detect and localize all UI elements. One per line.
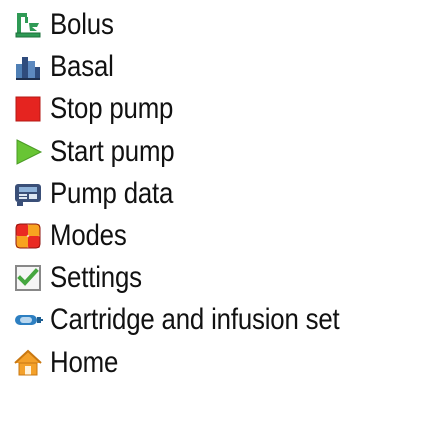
menu-item-label: Basal bbox=[50, 50, 114, 84]
menu-item-stop-pump[interactable]: Stop pump bbox=[0, 88, 423, 130]
menu-item-label: Pump data bbox=[50, 176, 174, 210]
home-icon bbox=[12, 347, 44, 379]
pump-data-icon bbox=[12, 178, 44, 210]
menu-item-label: Settings bbox=[50, 261, 142, 295]
menu-item-label: Start pump bbox=[50, 134, 175, 168]
menu-item-settings[interactable]: Settings bbox=[0, 257, 423, 299]
basal-icon bbox=[12, 51, 44, 83]
modes-grid-icon bbox=[12, 220, 44, 252]
stop-square-icon bbox=[12, 93, 44, 125]
menu-item-start-pump[interactable]: Start pump bbox=[0, 131, 423, 173]
menu-item-pump-data[interactable]: Pump data bbox=[0, 173, 423, 215]
menu-item-cartridge[interactable]: Cartridge and infusion set bbox=[0, 299, 423, 341]
menu-item-basal[interactable]: Basal bbox=[0, 46, 423, 88]
menu-item-label: Home bbox=[50, 345, 119, 379]
cartridge-icon bbox=[12, 304, 44, 336]
menu-item-home[interactable]: Home bbox=[0, 342, 423, 384]
play-triangle-icon bbox=[12, 136, 44, 168]
menu-item-modes[interactable]: Modes bbox=[0, 215, 423, 257]
checkbox-icon bbox=[12, 262, 44, 294]
pump-menu: Bolus Basal Stop pump Start pump Pump da… bbox=[0, 0, 423, 430]
menu-item-label: Stop pump bbox=[50, 92, 174, 126]
menu-item-label: Cartridge and infusion set bbox=[50, 303, 340, 337]
bolus-icon bbox=[12, 9, 44, 41]
menu-item-label: Modes bbox=[50, 219, 127, 253]
menu-item-bolus[interactable]: Bolus bbox=[0, 4, 423, 46]
menu-item-label: Bolus bbox=[50, 8, 114, 42]
